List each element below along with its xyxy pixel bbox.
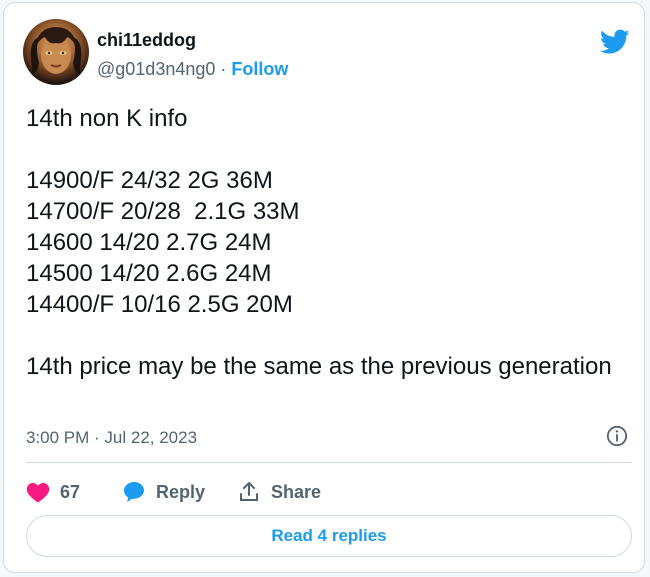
- author-handle[interactable]: @g01d3n4ng0: [97, 59, 215, 79]
- tweet-card: chi11eddog @g01d3n4ng0 · Follow 14th non…: [3, 2, 645, 573]
- tweet-text: 14th non K info 14900/F 24/32 2G 36M 147…: [26, 105, 612, 380]
- heart-icon: [26, 483, 50, 503]
- like-button[interactable]: 67: [26, 477, 80, 507]
- read-replies-button[interactable]: Read 4 replies: [26, 515, 632, 557]
- reply-button[interactable]: Reply: [122, 477, 205, 507]
- follow-button[interactable]: Follow: [231, 59, 288, 79]
- reply-label: Reply: [156, 481, 206, 502]
- share-button[interactable]: Share: [237, 477, 321, 507]
- info-icon[interactable]: [606, 425, 628, 447]
- author-name[interactable]: chi11eddog: [97, 30, 196, 51]
- share-icon: [240, 482, 258, 501]
- share-label: Share: [271, 481, 322, 502]
- author-handle-line: @g01d3n4ng0 · Follow: [97, 59, 288, 80]
- handle-separator: ·: [215, 59, 232, 79]
- divider: [26, 462, 632, 463]
- tweet-timestamp[interactable]: 3:00 PM · Jul 22, 2023: [26, 428, 197, 448]
- twitter-bird-icon[interactable]: [600, 29, 630, 55]
- avatar[interactable]: [23, 19, 89, 85]
- reply-bubble-icon: [124, 482, 144, 502]
- avatar-image: [30, 27, 82, 79]
- like-count: 67: [60, 481, 81, 502]
